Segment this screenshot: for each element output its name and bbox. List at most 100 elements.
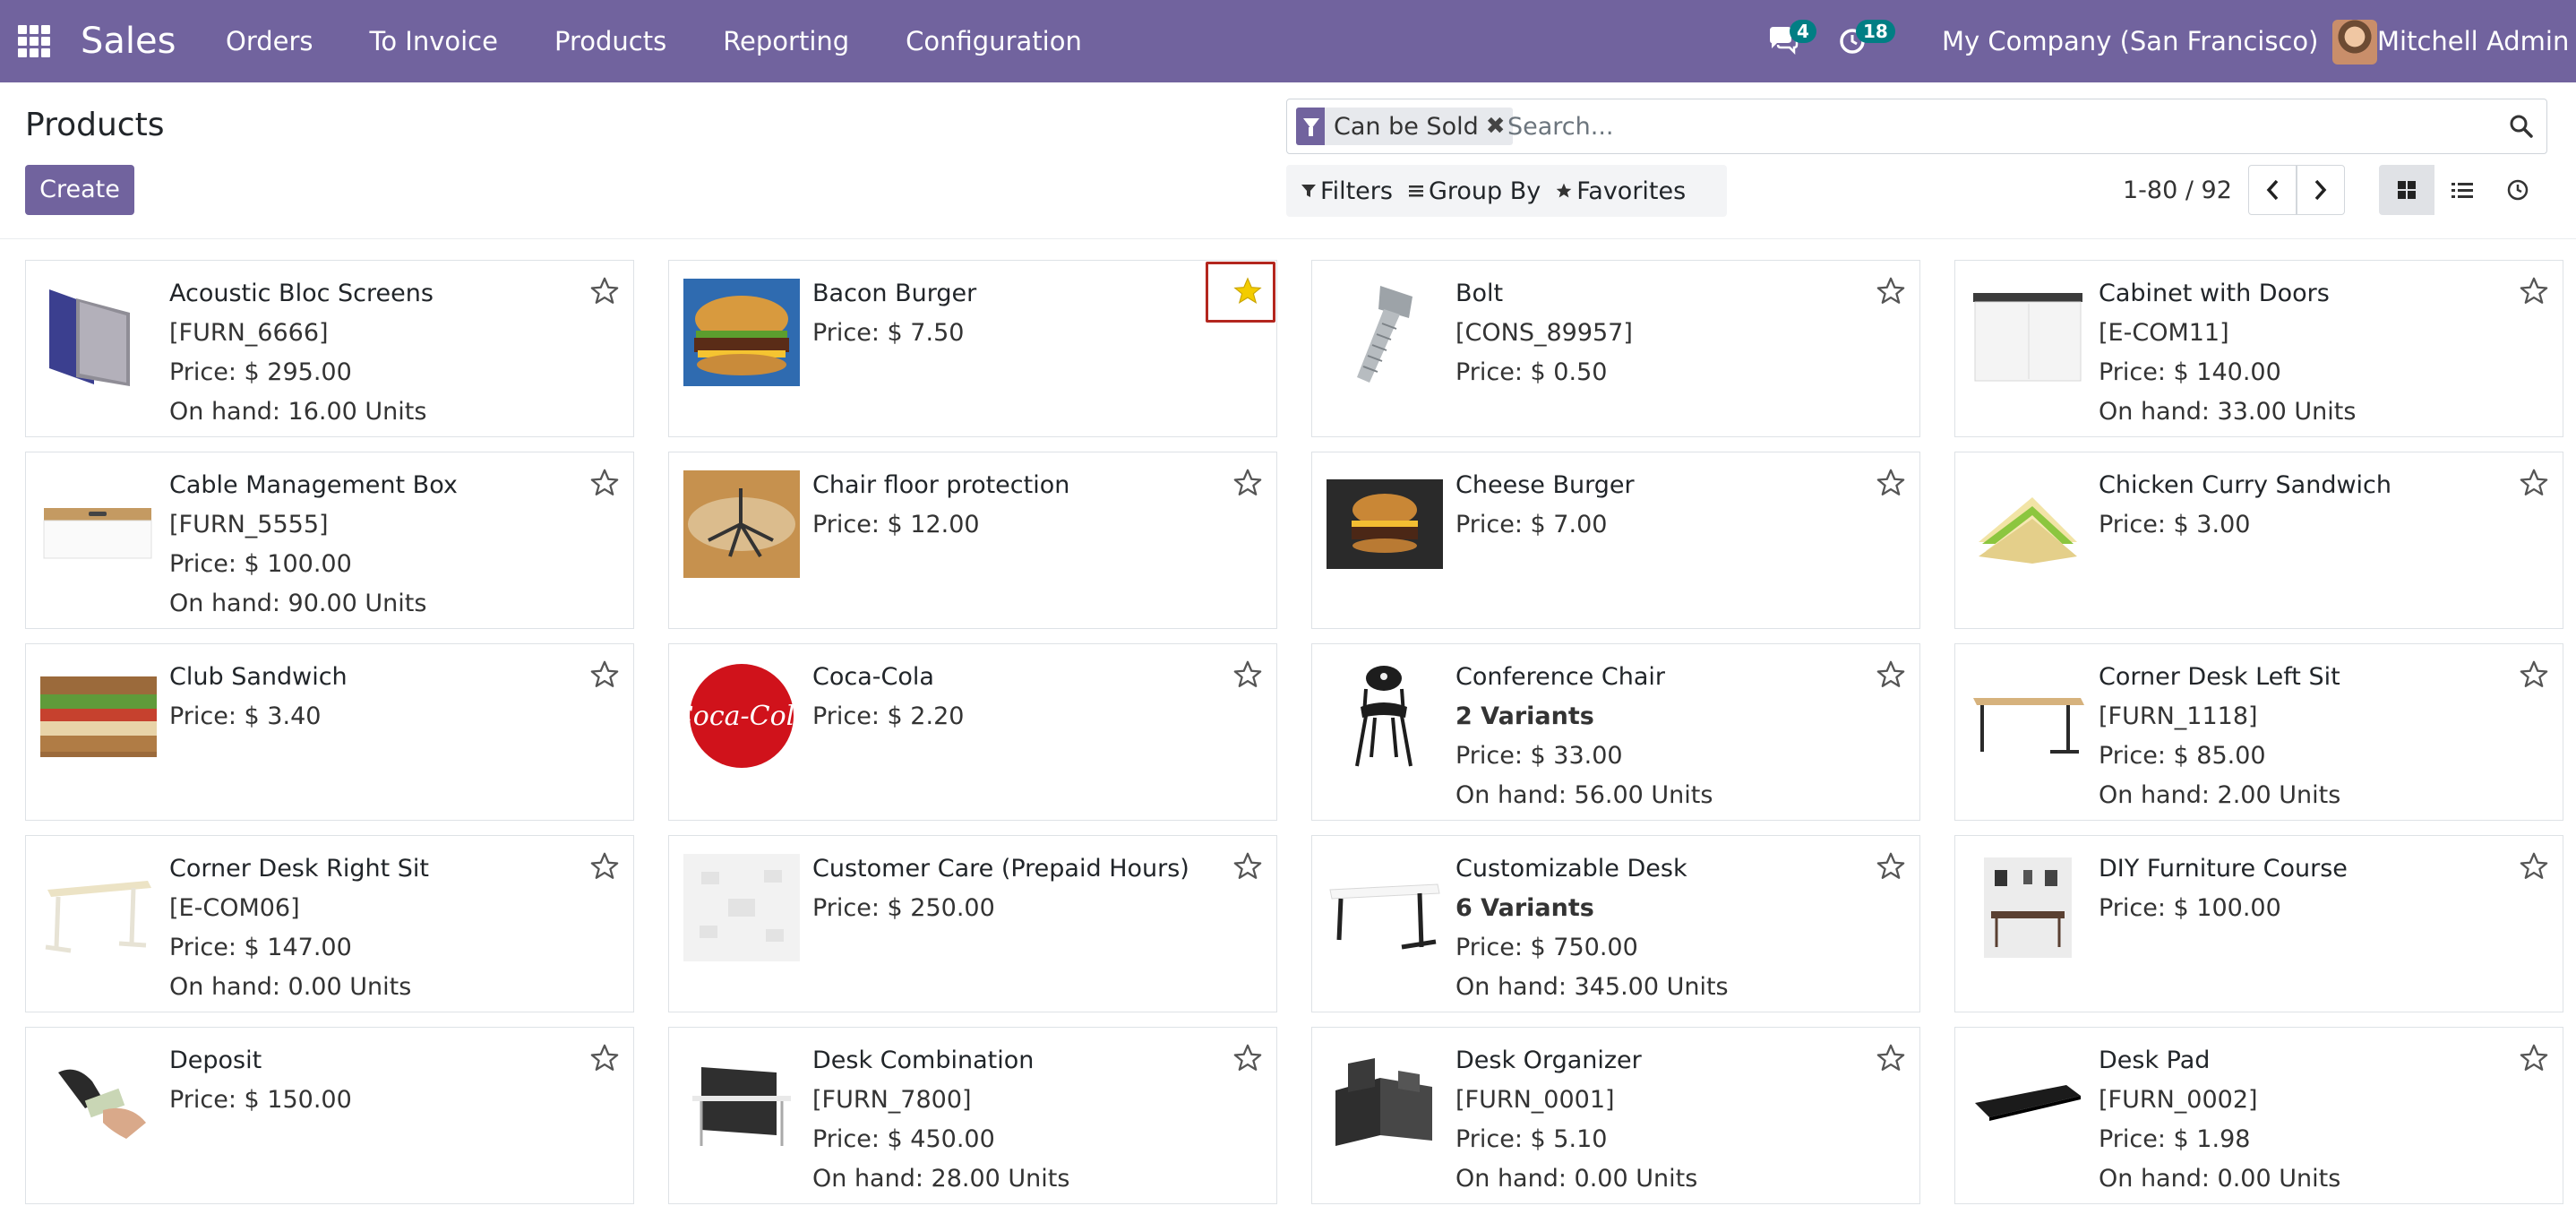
- user-menu[interactable]: Mitchell Admin: [2377, 0, 2569, 82]
- favorite-star-icon[interactable]: [1230, 1040, 1266, 1076]
- product-name: Desk Pad: [2099, 1047, 2211, 1074]
- favorite-star-icon[interactable]: [2516, 273, 2552, 309]
- favorite-star-icon[interactable]: [587, 273, 623, 309]
- product-name: Cable Management Box: [169, 471, 458, 499]
- apps-menu-icon[interactable]: [18, 25, 50, 57]
- favorite-star-icon[interactable]: [1873, 657, 1909, 693]
- product-card[interactable]: Chair floor protection Price: $ 12.00: [668, 452, 1277, 629]
- activity-view-button[interactable]: [2490, 165, 2546, 215]
- product-card[interactable]: Coca-Cola Coca-Cola Price: $ 2.20: [668, 643, 1277, 821]
- product-name: Corner Desk Left Sit: [2099, 663, 2340, 691]
- product-on-hand: On hand: 33.00 Units: [2099, 398, 2357, 426]
- product-card[interactable]: Conference Chair 2 Variants Price: $ 33.00…: [1311, 643, 1920, 821]
- search-options: Filters Group By Favorites: [1286, 165, 1727, 217]
- pager-previous-button[interactable]: [2248, 165, 2297, 215]
- pager-value[interactable]: 1-80 / 92: [2123, 176, 2232, 206]
- product-name: Cabinet with Doors: [2099, 280, 2330, 307]
- menu-products[interactable]: Products: [554, 0, 666, 82]
- product-card[interactable]: Corner Desk Left Sit [FURN_1118] Price: $ …: [1954, 643, 2563, 821]
- product-on-hand: On hand: 2.00 Units: [2099, 781, 2341, 809]
- favorite-star-icon[interactable]: [1873, 849, 1909, 884]
- product-price: Price: $ 100.00: [2099, 894, 2281, 922]
- product-price: Price: $ 250.00: [812, 894, 995, 922]
- product-card[interactable]: Bacon Burger Price: $ 7.50: [668, 260, 1277, 437]
- favorite-star-icon[interactable]: [1230, 657, 1266, 693]
- product-image: [1970, 1046, 2086, 1153]
- product-image: [1327, 662, 1443, 770]
- product-image: [1327, 854, 1443, 961]
- avatar[interactable]: [2332, 20, 2377, 65]
- product-reference: [FURN_6666]: [169, 319, 329, 347]
- search-facet: Can be Sold ✖: [1296, 108, 1513, 145]
- favorite-star-icon[interactable]: [2516, 1040, 2552, 1076]
- product-price: Price: $ 100.00: [169, 550, 352, 578]
- messages-badge: 4: [1790, 20, 1816, 43]
- product-name: Acoustic Bloc Screens: [169, 280, 434, 307]
- product-card[interactable]: Corner Desk Right Sit [E-COM06] Price: $ 1…: [25, 835, 634, 1012]
- product-card[interactable]: Cabinet with Doors [E-COM11] Price: $ 140.…: [1954, 260, 2563, 437]
- favorite-star-icon[interactable]: [1873, 465, 1909, 501]
- company-switcher[interactable]: My Company (San Francisco): [1942, 0, 2318, 82]
- activities-button[interactable]: 18: [1838, 20, 1895, 57]
- favorite-star-icon[interactable]: [587, 465, 623, 501]
- favorite-star-icon[interactable]: [2516, 657, 2552, 693]
- groupby-dropdown[interactable]: Group By: [1393, 177, 1541, 205]
- menu-orders[interactable]: Orders: [226, 0, 313, 82]
- create-button[interactable]: Create: [25, 165, 134, 215]
- favorites-label: Favorites: [1576, 177, 1687, 205]
- messages-button[interactable]: 4: [1766, 20, 1816, 57]
- filters-dropdown[interactable]: Filters: [1286, 177, 1393, 205]
- favorite-star-icon[interactable]: [2516, 465, 2552, 501]
- list-view-button[interactable]: [2434, 165, 2490, 215]
- search-input[interactable]: [1507, 108, 2475, 144]
- menu-configuration[interactable]: Configuration: [906, 0, 1082, 82]
- product-card[interactable]: Customer Care (Prepaid Hours) Price: $ 25…: [668, 835, 1277, 1012]
- product-image: [40, 662, 157, 770]
- product-price: Price: $ 295.00: [169, 358, 352, 386]
- product-image: [1327, 470, 1443, 578]
- favorite-star-icon[interactable]: [587, 657, 623, 693]
- favorite-star-icon[interactable]: [2516, 849, 2552, 884]
- product-card[interactable]: Chicken Curry Sandwich Price: $ 3.00: [1954, 452, 2563, 629]
- product-card[interactable]: Bolt [CONS_89957] Price: $ 0.50: [1311, 260, 1920, 437]
- top-navbar: Sales Orders To Invoice Products Reporti…: [0, 0, 2576, 82]
- product-price: Price: $ 33.00: [1455, 742, 1623, 770]
- product-name: Bolt: [1455, 280, 1504, 307]
- product-card[interactable]: Desk Organizer [FURN_0001] Price: $ 5.10 On…: [1311, 1027, 1920, 1204]
- favorites-dropdown[interactable]: Favorites: [1541, 177, 1686, 205]
- product-on-hand: On hand: 0.00 Units: [169, 973, 412, 1001]
- product-card[interactable]: Customizable Desk 6 Variants Price: $ 750.…: [1311, 835, 1920, 1012]
- product-card[interactable]: Acoustic Bloc Screens [FURN_6666] Price: $…: [25, 260, 634, 437]
- product-card[interactable]: Club Sandwich Price: $ 3.40: [25, 643, 634, 821]
- product-card[interactable]: Cable Management Box [FURN_5555] Price: $ …: [25, 452, 634, 629]
- product-image: [40, 854, 157, 961]
- menu-to-invoice[interactable]: To Invoice: [370, 0, 498, 82]
- product-card[interactable]: Desk Pad [FURN_0002] Price: $ 1.98 On hand:…: [1954, 1027, 2563, 1204]
- search-icon[interactable]: [2509, 114, 2534, 139]
- main-menu: Orders To Invoice Products Reporting Con…: [226, 0, 1138, 82]
- app-name[interactable]: Sales: [81, 18, 176, 65]
- product-price: Price: $ 0.50: [1455, 358, 1608, 386]
- chevron-left-icon: [2266, 179, 2279, 201]
- pager-next-button[interactable]: [2297, 165, 2345, 215]
- product-price: Price: $ 450.00: [812, 1125, 995, 1153]
- favorite-star-icon[interactable]: [1230, 465, 1266, 501]
- product-card[interactable]: Deposit Price: $ 150.00: [25, 1027, 634, 1204]
- kanban-view-button[interactable]: [2379, 165, 2434, 215]
- product-card[interactable]: Cheese Burger Price: $ 7.00: [1311, 452, 1920, 629]
- product-price: Price: $ 140.00: [2099, 358, 2281, 386]
- product-reference: [FURN_5555]: [169, 511, 329, 538]
- favorite-star-icon[interactable]: [1230, 849, 1266, 884]
- favorite-star-icon[interactable]: [587, 1040, 623, 1076]
- product-price: Price: $ 3.40: [169, 702, 322, 730]
- favorite-star-icon[interactable]: [1873, 273, 1909, 309]
- product-card[interactable]: Desk Combination [FURN_7800] Price: $ 450.…: [668, 1027, 1277, 1204]
- favorite-star-icon[interactable]: [587, 849, 623, 884]
- product-price: Price: $ 85.00: [2099, 742, 2266, 770]
- product-card[interactable]: DIY Furniture Course Price: $ 100.00: [1954, 835, 2563, 1012]
- menu-reporting[interactable]: Reporting: [723, 0, 849, 82]
- product-reference: [E-COM06]: [169, 894, 300, 922]
- product-reference: [FURN_1118]: [2099, 702, 2258, 730]
- filter-facet-icon: [1296, 108, 1325, 145]
- favorite-star-icon[interactable]: [1873, 1040, 1909, 1076]
